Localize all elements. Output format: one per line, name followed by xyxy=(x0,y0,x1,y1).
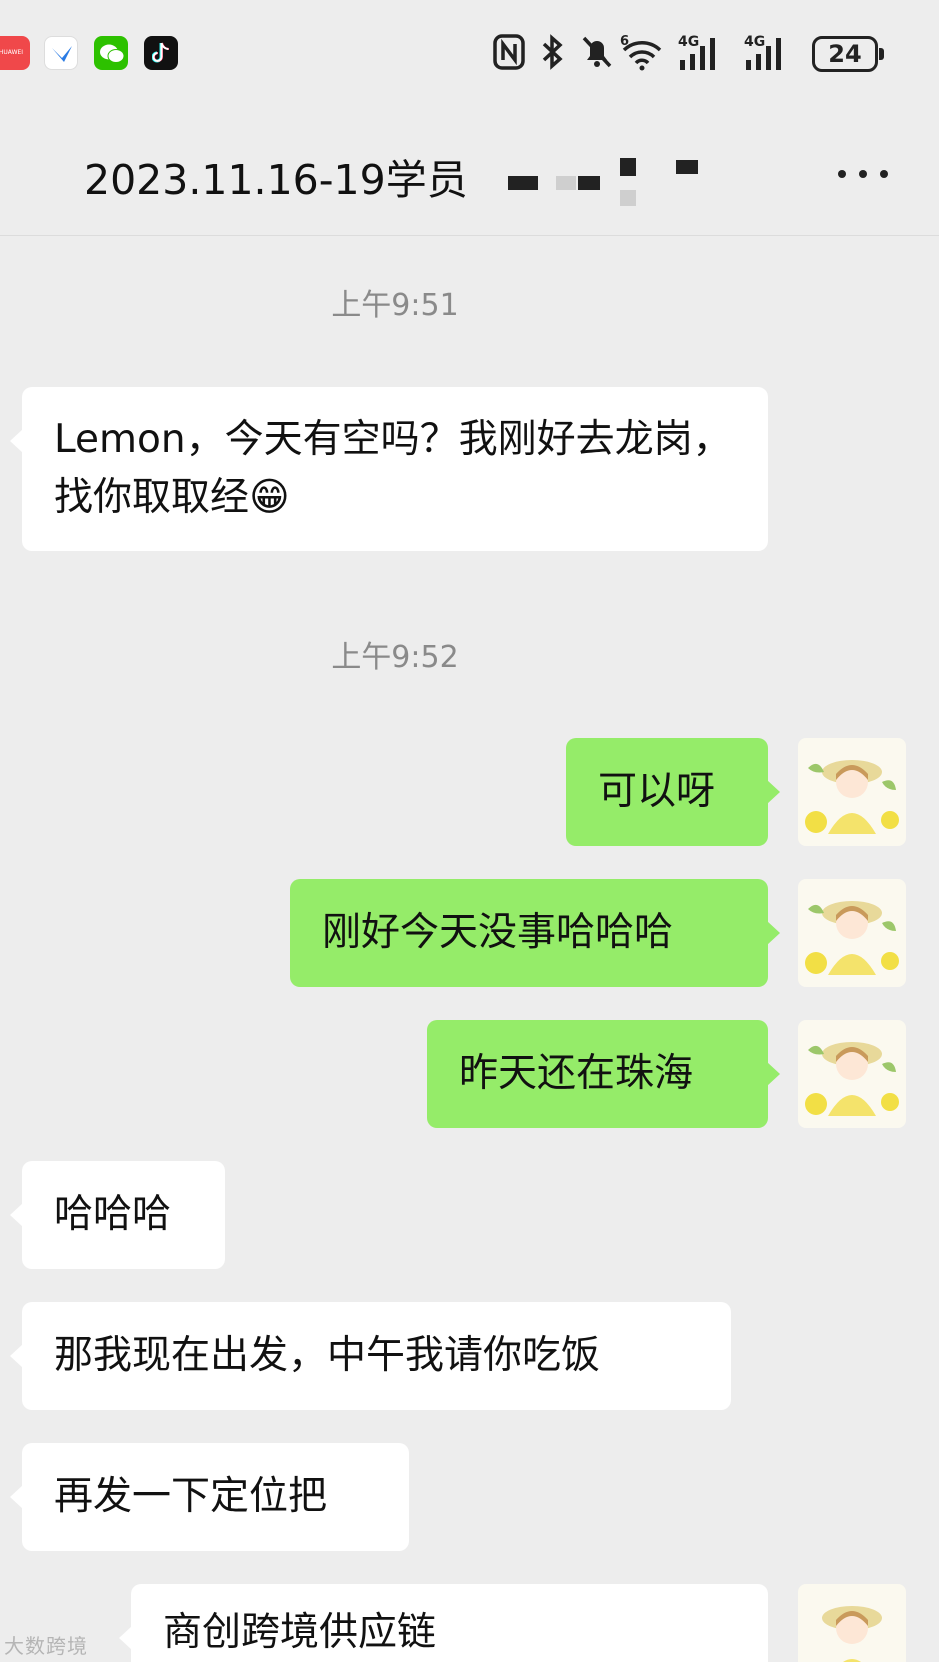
user-avatar[interactable] xyxy=(798,879,906,987)
avatar-illustration xyxy=(822,1606,882,1662)
grin-emoji-icon: 😁 xyxy=(249,475,290,520)
timestamp: 上午9:52 xyxy=(331,640,459,675)
bluetooth-icon xyxy=(542,34,563,70)
user-avatar[interactable] xyxy=(798,738,906,846)
chat-title[interactable]: 2023.11.16-19学员 xyxy=(84,146,468,206)
tiktok-icon xyxy=(144,36,178,70)
message-text: 昨天还在珠海 xyxy=(459,1051,694,1096)
message-text: 商创跨境供应链 xyxy=(163,1610,437,1655)
chat-screen: HUAWEI 6 4G 4G 24 2023.11.16-19学员 上午9:51… xyxy=(0,0,939,1662)
signal-4g-icon: 4G xyxy=(678,34,715,70)
redacted-area xyxy=(676,160,698,174)
huawei-icon: HUAWEI xyxy=(0,36,30,70)
message-text: Lemon，今天有空吗？我刚好去龙岗，找你取取经 xyxy=(54,417,732,520)
incoming-message-bubble[interactable]: 哈哈哈 xyxy=(10,1161,225,1269)
battery-indicator: 24 xyxy=(812,36,884,72)
chat-header: 2023.11.16-19学员 xyxy=(0,110,939,236)
message-text: 再发一下定位把 xyxy=(54,1474,328,1519)
watermark: 大数跨境 xyxy=(4,1634,88,1658)
status-bar: HUAWEI 6 4G 4G 24 xyxy=(0,0,939,110)
nfc-icon xyxy=(493,34,525,70)
signal-4g-icon: 4G xyxy=(744,34,781,70)
user-avatar[interactable] xyxy=(798,1020,906,1128)
wifi-icon: 6 xyxy=(620,34,662,71)
avatar-illustration xyxy=(805,760,899,834)
avatar-illustration xyxy=(805,901,899,975)
svg-text:4G: 4G xyxy=(744,34,765,50)
message-text: 哈哈哈 xyxy=(54,1192,172,1237)
redacted-area xyxy=(508,176,538,190)
avatar-illustration xyxy=(805,1042,899,1116)
incoming-message-bubble[interactable]: Lemon，今天有空吗？我刚好去龙岗，找你取取经😁 xyxy=(10,387,768,551)
bird-app-icon xyxy=(44,36,78,70)
outgoing-message-bubble[interactable]: 刚好今天没事哈哈哈 xyxy=(290,879,780,987)
redacted-area xyxy=(556,176,576,190)
timestamp: 上午9:51 xyxy=(331,288,459,323)
message-text: 可以呀 xyxy=(598,769,716,814)
message-text: 那我现在出发，中午我请你吃饭 xyxy=(54,1333,601,1378)
incoming-message-bubble[interactable]: 那我现在出发，中午我请你吃饭 xyxy=(10,1302,731,1410)
outgoing-message-bubble[interactable]: 可以呀 xyxy=(566,738,780,846)
outgoing-message-bubble[interactable]: 昨天还在珠海 xyxy=(427,1020,780,1128)
wechat-icon xyxy=(94,36,128,70)
mute-bell-icon xyxy=(582,36,612,68)
redacted-area xyxy=(620,190,636,206)
redacted-area xyxy=(620,158,636,176)
svg-text:4G: 4G xyxy=(678,34,699,50)
redacted-area xyxy=(578,176,600,190)
more-dots-icon[interactable] xyxy=(836,166,890,182)
user-avatar[interactable] xyxy=(798,1584,906,1662)
chat-title-text: 2023.11.16-19学员 xyxy=(84,156,468,204)
incoming-message-bubble[interactable]: 再发一下定位把 xyxy=(10,1443,409,1551)
outgoing-message-bubble[interactable]: 商创跨境供应链 xyxy=(119,1584,768,1662)
message-text: 刚好今天没事哈哈哈 xyxy=(322,910,674,955)
